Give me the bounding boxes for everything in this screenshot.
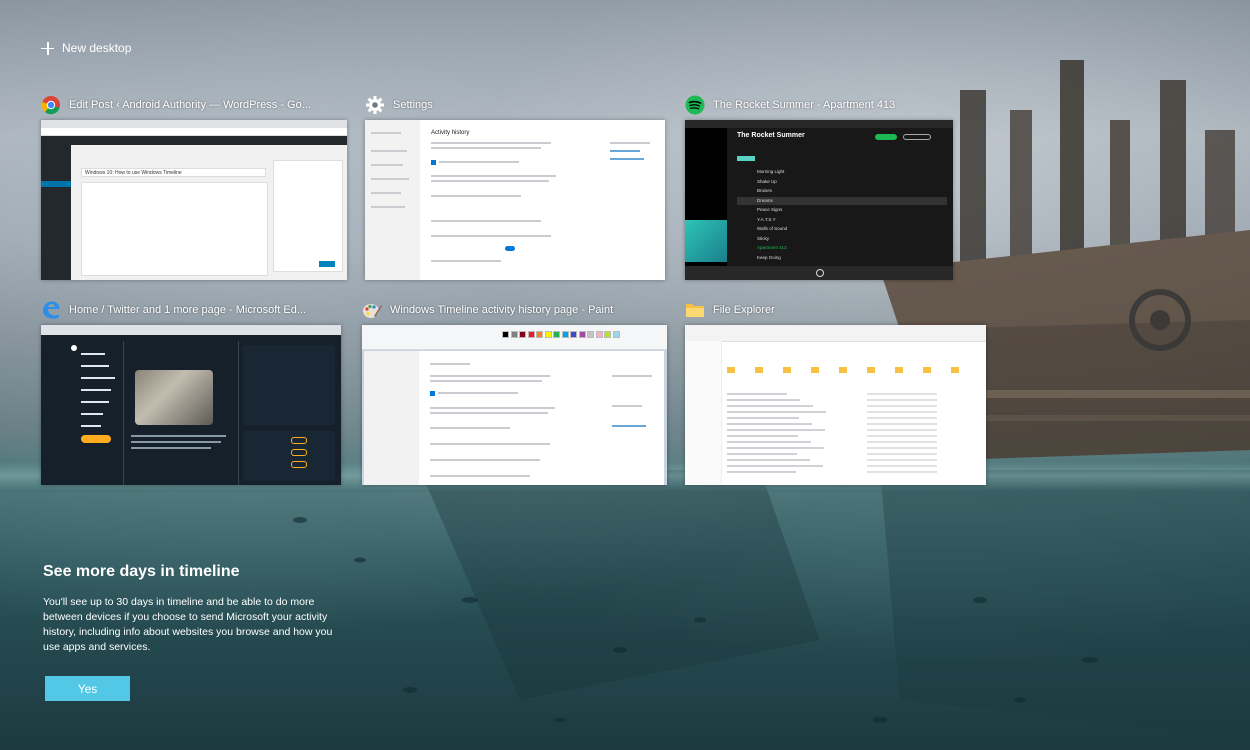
explorer-folder-tile (783, 367, 791, 373)
explorer-file-row (727, 411, 826, 413)
spotify-artist: The Rocket Summer (737, 132, 805, 139)
spotify-icon (685, 95, 705, 115)
spotify-track-row: Shake Up (757, 178, 777, 184)
yes-button[interactable]: Yes (45, 676, 130, 701)
folder-icon (685, 300, 705, 320)
spotify-track-row: Keep Going (757, 254, 781, 260)
paint-color-swatch (561, 331, 569, 338)
window-thumbnail: Windows 10: How to use Windows Timeline (41, 120, 347, 280)
paint-color-swatch (527, 331, 535, 338)
plus-icon (41, 41, 54, 55)
explorer-file-row (727, 423, 812, 425)
window-thumbnail: The Rocket Summer Morning Light Shake Up B… (685, 120, 953, 280)
window-title: Home / Twitter and 1 more page - Microso… (69, 304, 307, 316)
explorer-file-meta (867, 453, 937, 455)
explorer-folder-tile (811, 367, 819, 373)
paint-color-swatch (595, 331, 603, 338)
explorer-file-meta (867, 465, 937, 467)
window-thumbnail (362, 325, 667, 485)
new-desktop-button[interactable]: New desktop (41, 38, 131, 58)
explorer-folder-tile (727, 367, 735, 373)
window-title: Windows Timeline activity history page -… (390, 304, 614, 316)
window-title: File Explorer (713, 304, 775, 316)
paint-color-swatch (510, 331, 518, 338)
explorer-file-meta (867, 435, 937, 437)
spotify-track-row: Morning Light (757, 169, 785, 174)
paint-color-swatch (570, 331, 577, 338)
explorer-folder-tile (951, 367, 959, 373)
paint-color-swatch (578, 331, 586, 338)
paint-color-swatch (544, 331, 552, 338)
new-desktop-label: New desktop (62, 41, 132, 55)
explorer-file-row (727, 441, 811, 443)
explorer-folder-tile (895, 367, 903, 373)
explorer-file-meta (867, 393, 937, 395)
window-thumbnail (41, 325, 341, 485)
explorer-file-meta (867, 441, 937, 443)
explorer-folder-tile (867, 367, 875, 373)
spotify-track-row: Y.A.T.S.Y (757, 216, 776, 222)
spotify-track-row: Dreams (737, 196, 947, 205)
paint-color-swatch (604, 331, 611, 338)
window-thumbnail: Activity history (365, 120, 665, 280)
chrome-icon (41, 95, 61, 115)
paint-color-swatch (536, 331, 543, 338)
explorer-file-meta (867, 411, 937, 413)
explorer-file-row (727, 405, 813, 407)
window-edge[interactable]: Home / Twitter and 1 more page - Microso… (41, 299, 341, 485)
paint-color-swatch (553, 331, 560, 338)
window-thumbnail (685, 325, 986, 485)
explorer-folder-tile (839, 367, 847, 373)
explorer-file-meta (867, 399, 937, 401)
gear-icon (365, 95, 385, 115)
explorer-file-row (727, 447, 824, 449)
window-title: Edit Post ‹ Android Authority — WordPres… (69, 99, 311, 111)
window-chrome[interactable]: Edit Post ‹ Android Authority — WordPres… (41, 94, 347, 280)
spotify-track-row: Peace Signs (757, 207, 783, 212)
explorer-file-row (727, 393, 787, 395)
explorer-file-row (727, 453, 797, 455)
spotify-track-row: Bruises (757, 188, 773, 193)
explorer-folder-tile (755, 367, 763, 373)
explorer-file-row (727, 429, 825, 431)
explorer-file-meta (867, 423, 937, 425)
promo-heading: See more days in timeline (43, 563, 240, 580)
promo-body: You'll see up to 30 days in timeline and… (43, 596, 333, 653)
edge-icon (41, 300, 61, 320)
window-paint[interactable]: Windows Timeline activity history page -… (362, 299, 667, 485)
window-file-explorer[interactable]: File Explorer (685, 299, 986, 485)
window-spotify[interactable]: The Rocket Summer - Apartment 413 The Ro… (685, 94, 953, 280)
explorer-folder-tile (923, 367, 931, 373)
window-settings[interactable]: Settings Activity history (365, 94, 665, 280)
explorer-file-row (727, 435, 798, 437)
paint-icon (362, 300, 382, 320)
window-title: Settings (393, 99, 433, 111)
timeline-promo: See more days in timeline You'll see up … (43, 563, 343, 655)
spotify-track-row: Sticky (757, 235, 770, 241)
explorer-file-row (727, 471, 796, 473)
explorer-file-meta (867, 417, 937, 419)
explorer-file-row (727, 465, 823, 467)
spotify-track-row: Walls of Sound (757, 226, 788, 231)
explorer-file-row (727, 399, 800, 401)
spotify-track-row: Apartment 413 (757, 245, 787, 250)
paint-color-swatch (502, 331, 509, 338)
window-title: The Rocket Summer - Apartment 413 (713, 99, 896, 111)
paint-color-swatch (519, 331, 526, 338)
explorer-file-meta (867, 405, 937, 407)
explorer-file-meta (867, 471, 937, 473)
settings-heading: Activity history (431, 130, 470, 136)
explorer-file-row (727, 459, 810, 461)
explorer-file-row (727, 417, 799, 419)
explorer-file-meta (867, 447, 937, 449)
explorer-file-meta (867, 459, 937, 461)
post-title-field: Windows 10: How to use Windows Timeline (81, 168, 266, 177)
paint-color-swatch (612, 331, 620, 338)
paint-color-swatch (587, 331, 594, 338)
explorer-file-meta (867, 429, 937, 431)
